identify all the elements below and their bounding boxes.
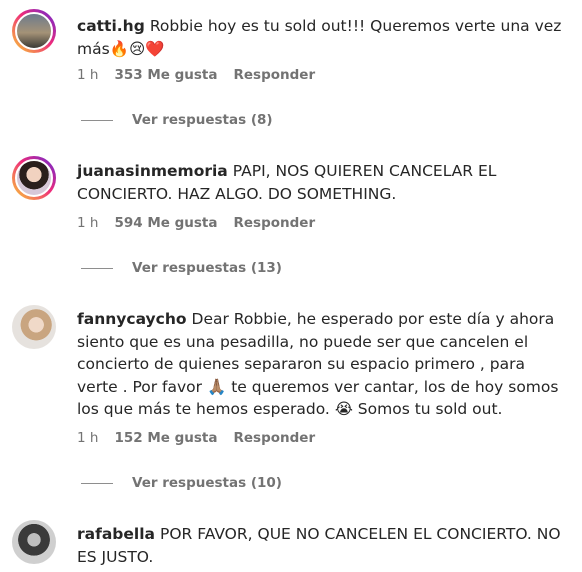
comment-username[interactable]: fannycaycho — [77, 310, 187, 328]
reply-button[interactable]: Responder — [233, 67, 315, 83]
view-replies-button[interactable]: Ver respuestas (10) — [81, 475, 282, 491]
avatar[interactable] — [12, 156, 56, 200]
replies-divider — [81, 119, 113, 121]
view-replies-button[interactable]: Ver respuestas (8) — [81, 112, 273, 128]
avatar[interactable] — [12, 305, 56, 349]
view-replies-label: Ver respuestas (13) — [132, 260, 282, 276]
view-replies-label: Ver respuestas (8) — [132, 112, 273, 128]
comment-text-block: catti.hg Robbie hoy es tu sold out!!! Que… — [77, 15, 567, 60]
comment-text-block: fannycaycho Dear Robbie, he esperado por … — [77, 308, 567, 421]
view-replies-button[interactable]: Ver respuestas (13) — [81, 260, 282, 276]
comment-username[interactable]: juanasinmemoria — [77, 162, 228, 180]
comment-meta: 1 h 353 Me gusta Responder — [77, 67, 315, 83]
comment-text-block: rafabella POR FAVOR, QUE NO CANCELEN EL C… — [77, 523, 567, 568]
comment-meta: 1 h 152 Me gusta Responder — [77, 430, 315, 446]
comment-likes[interactable]: 594 Me gusta — [114, 215, 217, 231]
comment-meta: 1 h 594 Me gusta Responder — [77, 215, 315, 231]
comment-likes[interactable]: 353 Me gusta — [114, 67, 217, 83]
reply-button[interactable]: Responder — [233, 430, 315, 446]
reply-button[interactable]: Responder — [233, 215, 315, 231]
comment-username[interactable]: catti.hg — [77, 17, 145, 35]
comment-text-block: juanasinmemoria PAPI, NOS QUIEREN CANCELA… — [77, 160, 567, 205]
replies-divider — [81, 267, 113, 269]
comment-time: 1 h — [77, 67, 99, 83]
avatar[interactable] — [12, 9, 56, 53]
comment-likes[interactable]: 152 Me gusta — [114, 430, 217, 446]
comment-body: Robbie hoy es tu sold out!!! Queremos ve… — [77, 17, 562, 58]
comment-time: 1 h — [77, 215, 99, 231]
view-replies-label: Ver respuestas (10) — [132, 475, 282, 491]
replies-divider — [81, 482, 113, 484]
comment-username[interactable]: rafabella — [77, 525, 155, 543]
avatar[interactable] — [12, 520, 56, 564]
comment-time: 1 h — [77, 430, 99, 446]
